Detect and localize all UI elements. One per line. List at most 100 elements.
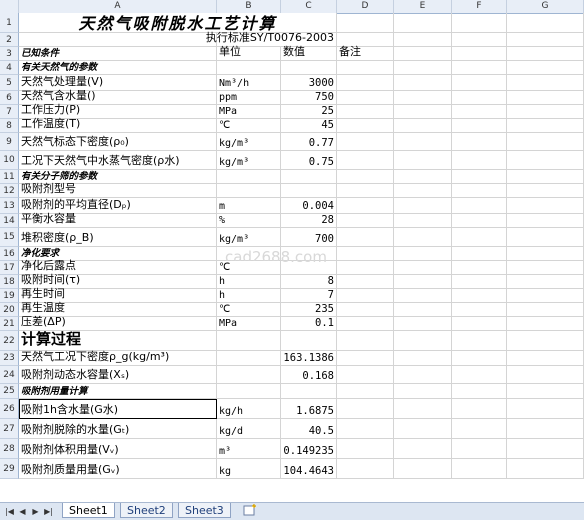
cell-g10[interactable]: [507, 151, 584, 170]
cell-e17[interactable]: [394, 261, 452, 275]
cell-value-c5[interactable]: 3000: [281, 75, 337, 91]
row-header-24[interactable]: 24: [0, 366, 19, 384]
cell-f22[interactable]: [452, 331, 507, 351]
cell-value-b29[interactable]: kg: [217, 459, 281, 479]
cell-value-c9[interactable]: 0.77: [281, 133, 337, 151]
cell-g5[interactable]: [507, 75, 584, 91]
row-header-26[interactable]: 26: [0, 399, 19, 419]
cell-d12[interactable]: [337, 184, 394, 198]
cell-g22[interactable]: [507, 331, 584, 351]
cell-g15[interactable]: [507, 228, 584, 247]
cell-e10[interactable]: [394, 151, 452, 170]
cell-g4[interactable]: [507, 61, 584, 75]
cell-e29[interactable]: [394, 459, 452, 479]
cell-d7[interactable]: [337, 105, 394, 119]
cell-d4[interactable]: [337, 61, 394, 75]
cell-e9[interactable]: [394, 133, 452, 151]
row-header-27[interactable]: 27: [0, 419, 19, 439]
cell-f26[interactable]: [452, 399, 507, 419]
cell-b22[interactable]: [217, 331, 281, 351]
row-header-8[interactable]: 8: [0, 119, 19, 133]
cell-g1[interactable]: [507, 13, 584, 33]
row-header-17[interactable]: 17: [0, 261, 19, 275]
cell-c16[interactable]: [281, 247, 337, 261]
cell-g12[interactable]: [507, 184, 584, 198]
cell-d9[interactable]: [337, 133, 394, 151]
cell-c25[interactable]: [281, 384, 337, 399]
cell-value-d3[interactable]: 备注: [337, 45, 394, 61]
cell-value-c13[interactable]: 0.004: [281, 198, 337, 214]
cell-g26[interactable]: [507, 399, 584, 419]
cell-e19[interactable]: [394, 289, 452, 303]
cell-d21[interactable]: [337, 317, 394, 331]
cell-g17[interactable]: [507, 261, 584, 275]
cell-value-c24[interactable]: 0.168: [281, 366, 337, 384]
cell-f24[interactable]: [452, 366, 507, 384]
row-header-21[interactable]: 21: [0, 317, 19, 331]
row-header-18[interactable]: 18: [0, 275, 19, 289]
cell-g9[interactable]: [507, 133, 584, 151]
cell-d28[interactable]: [337, 439, 394, 459]
cell-f2[interactable]: [452, 33, 507, 47]
cell-f3[interactable]: [452, 47, 507, 61]
cell-b16[interactable]: [217, 247, 281, 261]
cell-b12[interactable]: [217, 184, 281, 198]
cell-value-b9[interactable]: kg/m³: [217, 133, 281, 151]
row-header-14[interactable]: 14: [0, 214, 19, 228]
cell-value-b14[interactable]: %: [217, 214, 281, 228]
sheet-tab-sheet2[interactable]: Sheet2: [120, 503, 173, 518]
cell-e13[interactable]: [394, 198, 452, 214]
cell-d6[interactable]: [337, 91, 394, 105]
cell-f27[interactable]: [452, 419, 507, 439]
cell-value-a29[interactable]: 吸附剂质量用量(Gᵥ): [19, 459, 217, 479]
cell-e25[interactable]: [394, 384, 452, 399]
row-header-4[interactable]: 4: [0, 61, 19, 75]
cell-value-a14[interactable]: 平衡水容量: [19, 212, 217, 228]
cell-value-b5[interactable]: Nm³/h: [217, 75, 281, 91]
cell-value-b15[interactable]: kg/m³: [217, 228, 281, 247]
cell-value-b19[interactable]: h: [217, 289, 281, 303]
cell-f11[interactable]: [452, 170, 507, 184]
cell-f20[interactable]: [452, 303, 507, 317]
cell-f8[interactable]: [452, 119, 507, 133]
cell-e11[interactable]: [394, 170, 452, 184]
cell-value-b26[interactable]: kg/h: [217, 399, 281, 419]
cell-g11[interactable]: [507, 170, 584, 184]
cell-e21[interactable]: [394, 317, 452, 331]
cell-value-c15[interactable]: 700: [281, 228, 337, 247]
cell-d20[interactable]: [337, 303, 394, 317]
row-header-6[interactable]: 6: [0, 91, 19, 105]
select-all-corner[interactable]: [0, 0, 19, 13]
row-header-23[interactable]: 23: [0, 351, 19, 366]
cell-value-c6[interactable]: 750: [281, 91, 337, 105]
cell-value-c21[interactable]: 0.1: [281, 317, 337, 331]
cell-value-a25[interactable]: 吸附剂用量计算: [19, 384, 217, 399]
cell-d25[interactable]: [337, 384, 394, 399]
row-header-5[interactable]: 5: [0, 75, 19, 91]
cell-d14[interactable]: [337, 214, 394, 228]
cell-value-c23[interactable]: 163.1386: [281, 351, 337, 366]
row-header-29[interactable]: 29: [0, 459, 19, 479]
cell-f17[interactable]: [452, 261, 507, 275]
cell-d23[interactable]: [337, 351, 394, 366]
cell-value-b8[interactable]: ℃: [217, 119, 281, 133]
cell-e7[interactable]: [394, 105, 452, 119]
cell-g19[interactable]: [507, 289, 584, 303]
cell-d17[interactable]: [337, 261, 394, 275]
cell-value-b17[interactable]: ℃: [217, 261, 281, 275]
cell-d26[interactable]: [337, 399, 394, 419]
cell-value-c29[interactable]: 104.4643: [281, 459, 337, 479]
cell-e3[interactable]: [394, 47, 452, 61]
row-header-16[interactable]: 16: [0, 247, 19, 261]
cell-b23[interactable]: [217, 351, 281, 366]
cell-e1[interactable]: [394, 13, 452, 33]
cell-e4[interactable]: [394, 61, 452, 75]
cell-value-c28[interactable]: 0.149235: [281, 439, 337, 459]
column-header-e[interactable]: E: [394, 0, 452, 13]
row-header-28[interactable]: 28: [0, 439, 19, 459]
cell-e2[interactable]: [394, 33, 452, 47]
cell-value-c18[interactable]: 8: [281, 275, 337, 289]
cell-g16[interactable]: [507, 247, 584, 261]
cell-e23[interactable]: [394, 351, 452, 366]
cell-b4[interactable]: [217, 61, 281, 75]
